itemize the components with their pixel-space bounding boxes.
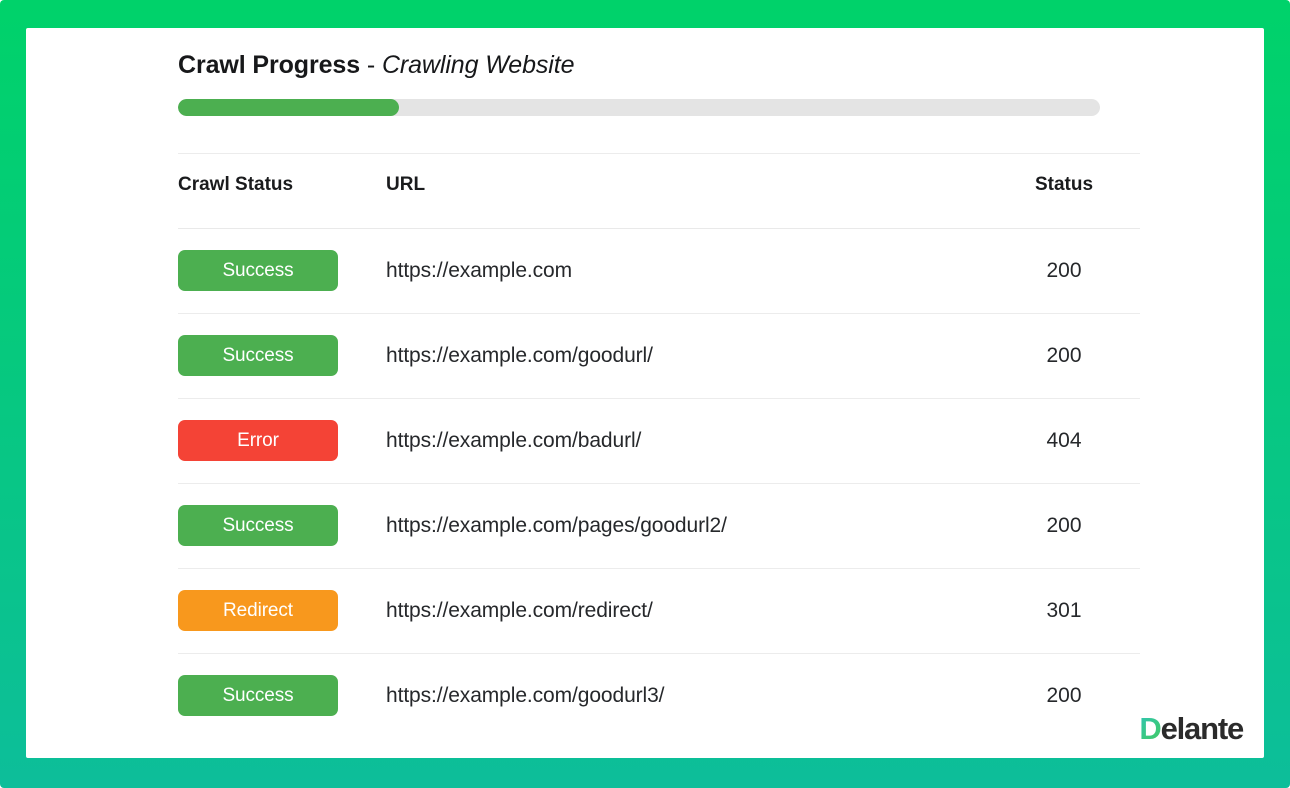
cell-status-code: 404: [1046, 428, 1082, 452]
status-badge[interactable]: Error: [178, 420, 338, 461]
cell-crawl-status: Success: [178, 483, 378, 568]
column-header-crawl-status: Crawl Status: [178, 143, 378, 229]
cell-url[interactable]: https://example.com: [378, 228, 988, 313]
cell-crawl-status: Redirect: [178, 568, 378, 653]
crawl-results-table: Crawl Status URL Status Success https://e…: [178, 143, 1140, 738]
table-top-divider: [178, 153, 1140, 154]
table-header-row: Crawl Status URL Status: [178, 143, 1140, 229]
cell-crawl-status: Success: [178, 653, 378, 738]
column-header-status: Status: [988, 143, 1140, 229]
logo-letter-d: D: [1139, 711, 1161, 746]
cell-status-code: 200: [1046, 343, 1082, 367]
content-card: Crawl Progress - Crawling Website Crawl …: [26, 28, 1264, 758]
status-badge[interactable]: Success: [178, 505, 338, 546]
cell-url[interactable]: https://example.com/goodurl3/: [378, 653, 988, 738]
status-badge[interactable]: Redirect: [178, 590, 338, 631]
cell-crawl-status: Error: [178, 398, 378, 483]
table-row: Redirect https://example.com/redirect/301: [178, 568, 1140, 653]
status-badge[interactable]: Success: [178, 675, 338, 717]
logo-wordmark: elante: [1160, 711, 1245, 746]
column-header-url: URL: [378, 143, 988, 229]
table-body: Success https://example.com 200 Success http…: [178, 228, 1140, 738]
table-row: Error https://example.com/badurl/404: [178, 398, 1140, 483]
gradient-frame: Crawl Progress - Crawling Website Crawl …: [0, 0, 1290, 788]
table-row: Success https://example.com/pages/goodurl…: [178, 483, 1140, 568]
page-title-main: Crawl Progress: [178, 51, 361, 79]
cell-url[interactable]: https://example.com/redirect/: [378, 568, 988, 653]
delante-logo: Delante: [1139, 711, 1245, 746]
cell-crawl-status: Success: [178, 313, 378, 398]
table-row: Success https://example.com/goodurl/200: [178, 313, 1140, 398]
page-title-subtitle: Crawling Website: [381, 51, 575, 79]
cell-url[interactable]: https://example.com/goodurl/: [378, 313, 988, 398]
status-badge[interactable]: Success: [178, 250, 338, 291]
cell-url[interactable]: https://example.com/pages/goodurl2/: [378, 483, 988, 568]
table-row: Success https://example.com/goodurl3/200: [178, 653, 1140, 738]
cell-crawl-status: Success: [178, 228, 378, 313]
page-title-separator: -: [360, 51, 382, 79]
crawl-progress-bar: [178, 99, 1100, 116]
cell-status-code: 301: [1046, 598, 1082, 622]
page-title: Crawl Progress - Crawling Website: [178, 50, 1128, 80]
cell-url[interactable]: https://example.com/badurl/: [378, 398, 988, 483]
table-row: Success https://example.com 200: [178, 228, 1140, 313]
cell-status-code: 200: [1046, 258, 1082, 282]
cell-status-code: 200: [1046, 513, 1082, 537]
cell-status-code: 200: [1046, 683, 1082, 707]
crawl-progress-fill: [178, 99, 400, 116]
status-badge[interactable]: Success: [178, 335, 338, 376]
